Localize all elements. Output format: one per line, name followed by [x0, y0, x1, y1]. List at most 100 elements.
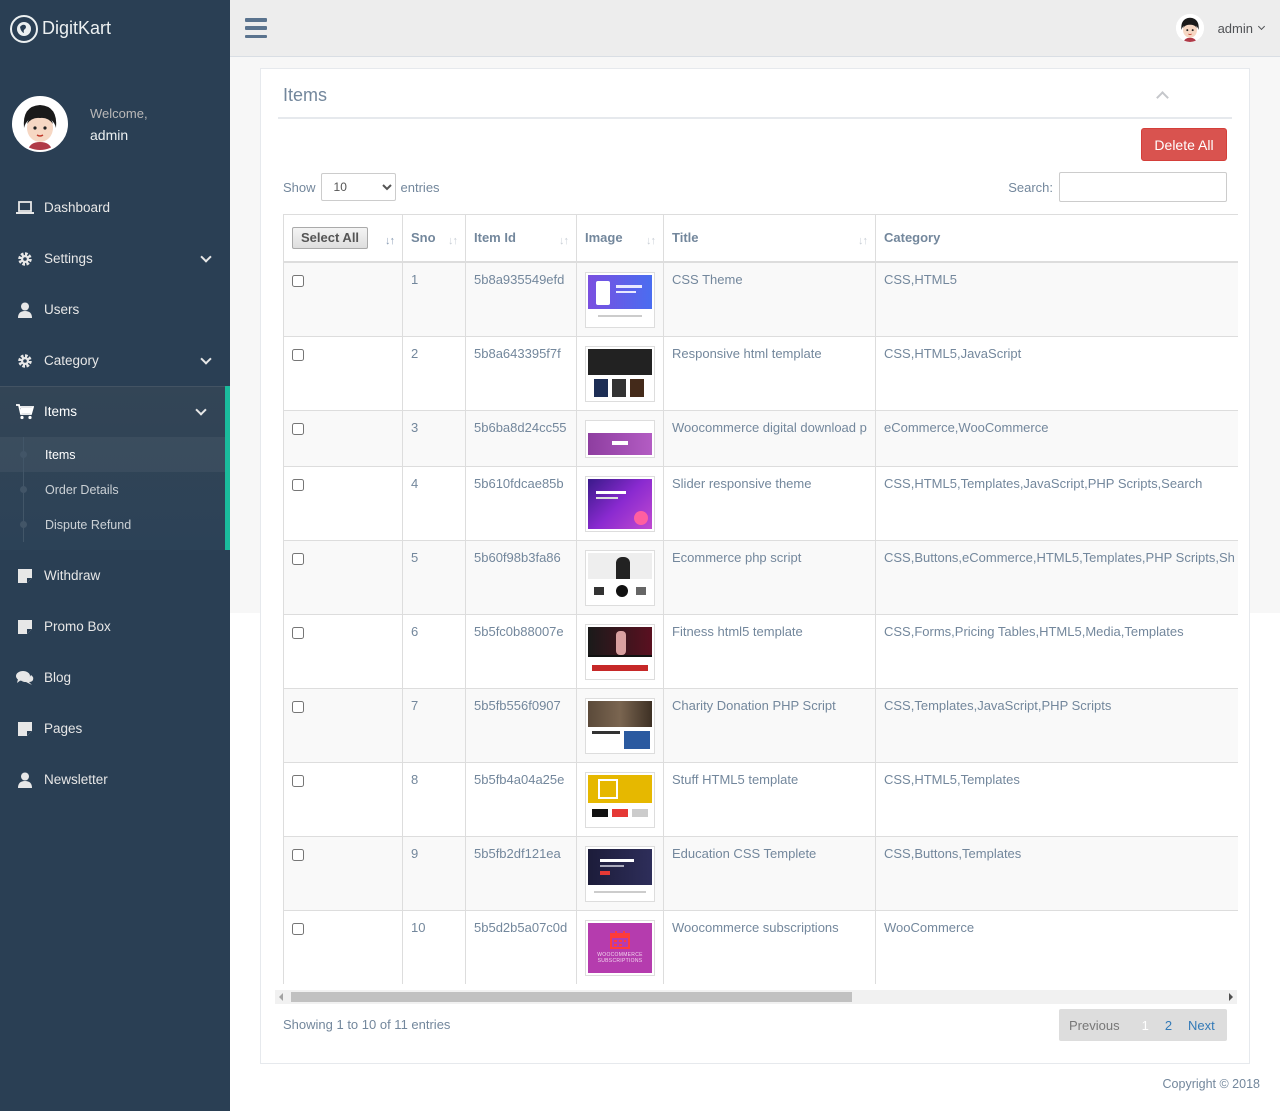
sidebar-item-pages[interactable]: Pages	[0, 703, 230, 754]
item-thumbnail[interactable]	[585, 345, 655, 402]
table-row: 7 5b5fb556f0907 Charity Donation PHP Scrip…	[283, 687, 1238, 763]
top-navbar: admin	[230, 0, 1280, 57]
sno-cell: 2	[402, 335, 466, 411]
category-cell: CSS,HTML5,Templates,JavaScript,PHP Scrip…	[875, 465, 1238, 541]
note-icon	[15, 567, 35, 585]
row-checkbox[interactable]	[292, 626, 304, 639]
chevron-down-icon	[1257, 22, 1266, 31]
title-cell: Woocommerce digital download p	[663, 409, 876, 467]
sidebar-item-settings[interactable]: Settings	[0, 233, 230, 284]
column-header-title[interactable]: Title ↓↑	[663, 214, 876, 263]
sidebar-item-newsletter[interactable]: Newsletter	[0, 754, 230, 805]
sno-cell: 1	[402, 261, 466, 337]
sidebar-item-dashboard[interactable]: Dashboard	[0, 182, 230, 233]
page-2-button[interactable]: 2	[1155, 1018, 1182, 1033]
previous-button[interactable]: Previous	[1059, 1018, 1130, 1033]
gear-icon	[15, 250, 35, 268]
item-thumbnail[interactable]: WOOCOMMERCE SUBSCRIPTIONS	[585, 919, 655, 976]
search-label: Search:	[1008, 179, 1053, 195]
calendar-icon	[610, 931, 630, 949]
delete-all-button[interactable]: Delete All	[1141, 128, 1227, 161]
item-thumbnail[interactable]	[585, 549, 655, 606]
column-header-select[interactable]: Select All ↓↑	[283, 214, 403, 263]
column-header-image[interactable]: Image ↓↑	[576, 214, 664, 263]
search-control: Search:	[1008, 172, 1227, 202]
sidebar-item-users[interactable]: Users	[0, 284, 230, 335]
table-row: 4 5b610fdcae85b Slider responsive theme CSS…	[283, 465, 1238, 541]
title-cell: Woocommerce subscriptions	[663, 909, 876, 984]
item-id-cell: 5b5d2b5a07c0d	[465, 909, 577, 984]
sidebar: DigitKart Welcome, admin Dashboard Setti…	[0, 0, 230, 1111]
table-row: 10 5b5d2b5a07c0d WOOCOMMERCE SUBSCRIPTIONS…	[283, 909, 1238, 984]
row-checkbox[interactable]	[292, 700, 304, 713]
next-button[interactable]: Next	[1182, 1018, 1225, 1033]
column-label: Image	[585, 230, 623, 246]
avatar	[12, 96, 68, 152]
sidebar-item-withdraw[interactable]: Withdraw	[0, 550, 230, 601]
submenu-item-items[interactable]: Items	[0, 437, 225, 472]
page-length-control: Show 10 entries	[283, 173, 440, 201]
image-cell	[576, 761, 664, 837]
submenu-item-order-details[interactable]: Order Details	[0, 472, 225, 507]
column-label: Title	[672, 230, 699, 246]
sidebar-item-label: Pages	[44, 721, 83, 736]
column-header-sno[interactable]: Sno ↓↑	[402, 214, 466, 263]
profile: Welcome, admin	[12, 96, 148, 152]
scrollbar-thumb[interactable]	[291, 992, 852, 1002]
chevron-up-icon[interactable]	[1156, 91, 1169, 104]
row-select-cell	[283, 465, 403, 541]
column-header-category[interactable]: Category	[875, 214, 1238, 263]
row-checkbox[interactable]	[292, 848, 304, 861]
entries-label: entries	[400, 179, 440, 195]
profile-name: admin	[90, 127, 129, 143]
sno-cell: 10	[402, 909, 466, 984]
image-cell	[576, 409, 664, 467]
item-thumbnail[interactable]	[585, 845, 655, 902]
sno-cell: 4	[402, 465, 466, 541]
menu-toggle-icon[interactable]	[245, 18, 267, 38]
item-thumbnail[interactable]	[585, 419, 655, 458]
row-checkbox[interactable]	[292, 774, 304, 787]
horizontal-scrollbar[interactable]	[275, 990, 1237, 1004]
sidebar-item-label: Withdraw	[44, 568, 101, 583]
select-all-button[interactable]: Select All	[292, 226, 369, 249]
sidebar-item-label: Category	[44, 353, 99, 368]
row-checkbox[interactable]	[292, 348, 304, 361]
category-cell: CSS,Forms,Pricing Tables,HTML5,Media,Tem…	[875, 613, 1238, 689]
row-checkbox[interactable]	[292, 552, 304, 565]
title-cell: Education CSS Templete	[663, 835, 876, 911]
category-cell: eCommerce,WooCommerce	[875, 409, 1238, 467]
sidebar-item-category[interactable]: Category	[0, 335, 230, 386]
sidebar-item-items[interactable]: Items	[0, 386, 225, 437]
scroll-left-icon[interactable]	[279, 993, 283, 1001]
page-1-button[interactable]: 1	[1130, 1018, 1155, 1033]
item-thumbnail[interactable]	[585, 475, 655, 532]
row-select-cell	[283, 761, 403, 837]
submenu-item-dispute-refund[interactable]: Dispute Refund	[0, 507, 225, 542]
page-length-select[interactable]: 10	[320, 173, 396, 201]
item-thumbnail[interactable]	[585, 271, 655, 328]
column-header-item-id[interactable]: Item Id ↓↑	[465, 214, 577, 263]
item-thumbnail[interactable]	[585, 697, 655, 754]
sidebar-item-promo-box[interactable]: Promo Box	[0, 601, 230, 652]
row-checkbox[interactable]	[292, 922, 304, 935]
row-checkbox[interactable]	[292, 478, 304, 491]
sidebar-item-blog[interactable]: Blog	[0, 652, 230, 703]
sidebar-item-label: Promo Box	[44, 619, 111, 634]
panel-title: Items	[283, 85, 328, 105]
row-checkbox[interactable]	[292, 274, 304, 287]
item-thumbnail[interactable]	[585, 623, 655, 680]
table-row: 8 5b5fb4a04a25e Stuff HTML5 template CSS,HT…	[283, 761, 1238, 837]
row-checkbox[interactable]	[292, 422, 304, 435]
user-dropdown[interactable]: admin	[1175, 14, 1266, 42]
image-cell	[576, 465, 664, 541]
category-cell: CSS,Templates,JavaScript,PHP Scripts	[875, 687, 1238, 763]
image-cell	[576, 335, 664, 411]
row-select-cell	[283, 409, 403, 467]
search-input[interactable]	[1059, 172, 1227, 202]
note-icon	[15, 618, 35, 636]
scroll-right-icon[interactable]	[1229, 993, 1233, 1001]
item-thumbnail[interactable]	[585, 771, 655, 828]
brand[interactable]: DigitKart	[0, 0, 230, 57]
sort-icon: ↓↑	[858, 235, 868, 247]
